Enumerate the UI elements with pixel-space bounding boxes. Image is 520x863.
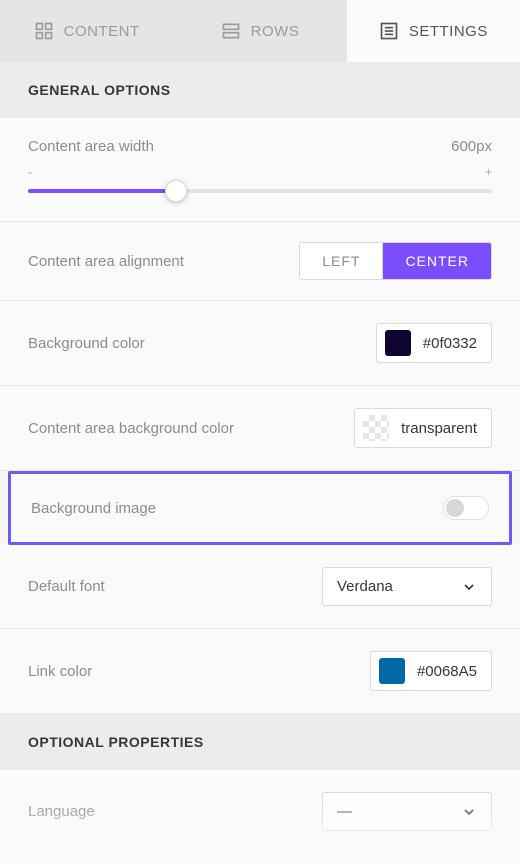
row-default-font: Default font Verdana xyxy=(0,545,520,629)
alignment-segmented: LEFT CENTER xyxy=(299,242,492,280)
toggle-knob xyxy=(446,499,464,517)
content-width-label: Content area width xyxy=(28,138,154,155)
alignment-label: Content area alignment xyxy=(28,253,184,270)
content-bg-value: transparent xyxy=(401,420,477,437)
section-header-optional: OPTIONAL PROPERTIES xyxy=(0,714,520,770)
language-select[interactable]: — xyxy=(322,792,492,831)
language-value: — xyxy=(337,803,352,820)
tab-label: SETTINGS xyxy=(409,23,488,40)
color-swatch-transparent xyxy=(363,415,389,441)
language-label: Language xyxy=(28,803,95,820)
highlight-background-image: Background image xyxy=(8,471,512,545)
row-language: Language — xyxy=(0,770,520,853)
tab-label: ROWS xyxy=(251,23,300,40)
default-font-select[interactable]: Verdana xyxy=(322,567,492,606)
chevron-down-icon xyxy=(461,804,477,820)
row-link-color: Link color #0068A5 xyxy=(0,629,520,714)
default-font-value: Verdana xyxy=(337,578,393,595)
slider-plus[interactable]: + xyxy=(485,165,492,179)
default-font-label: Default font xyxy=(28,578,105,595)
slider-thumb[interactable] xyxy=(165,180,187,202)
slider-minus[interactable]: - xyxy=(28,165,32,179)
tab-label: CONTENT xyxy=(64,23,140,40)
color-swatch xyxy=(379,658,405,684)
chevron-down-icon xyxy=(461,579,477,595)
grid-icon xyxy=(34,21,54,41)
content-width-value: 600px xyxy=(451,138,492,155)
settings-list-icon xyxy=(379,21,399,41)
link-color-value: #0068A5 xyxy=(417,663,477,680)
link-color-field[interactable]: #0068A5 xyxy=(370,651,492,691)
section-header-general: GENERAL OPTIONS xyxy=(0,62,520,118)
row-content-alignment: Content area alignment LEFT CENTER xyxy=(0,222,520,301)
background-color-field[interactable]: #0f0332 xyxy=(376,323,492,363)
alignment-center[interactable]: CENTER xyxy=(382,243,491,279)
background-color-value: #0f0332 xyxy=(423,335,477,352)
row-content-area-width: Content area width 600px - + xyxy=(0,118,520,222)
content-bg-field[interactable]: transparent xyxy=(354,408,492,448)
color-swatch xyxy=(385,330,411,356)
tab-settings[interactable]: SETTINGS xyxy=(347,0,520,62)
background-image-toggle[interactable] xyxy=(443,496,489,520)
alignment-left[interactable]: LEFT xyxy=(300,243,382,279)
tab-content[interactable]: CONTENT xyxy=(0,0,173,62)
content-width-slider[interactable] xyxy=(28,181,492,201)
tab-rows[interactable]: ROWS xyxy=(173,0,346,62)
rows-icon xyxy=(221,21,241,41)
row-content-bg-color: Content area background color transparen… xyxy=(0,386,520,471)
background-color-label: Background color xyxy=(28,335,145,352)
tab-bar: CONTENT ROWS SETTINGS xyxy=(0,0,520,62)
link-color-label: Link color xyxy=(28,663,92,680)
background-image-label: Background image xyxy=(31,500,156,517)
row-background-color: Background color #0f0332 xyxy=(0,301,520,386)
content-bg-label: Content area background color xyxy=(28,420,234,437)
